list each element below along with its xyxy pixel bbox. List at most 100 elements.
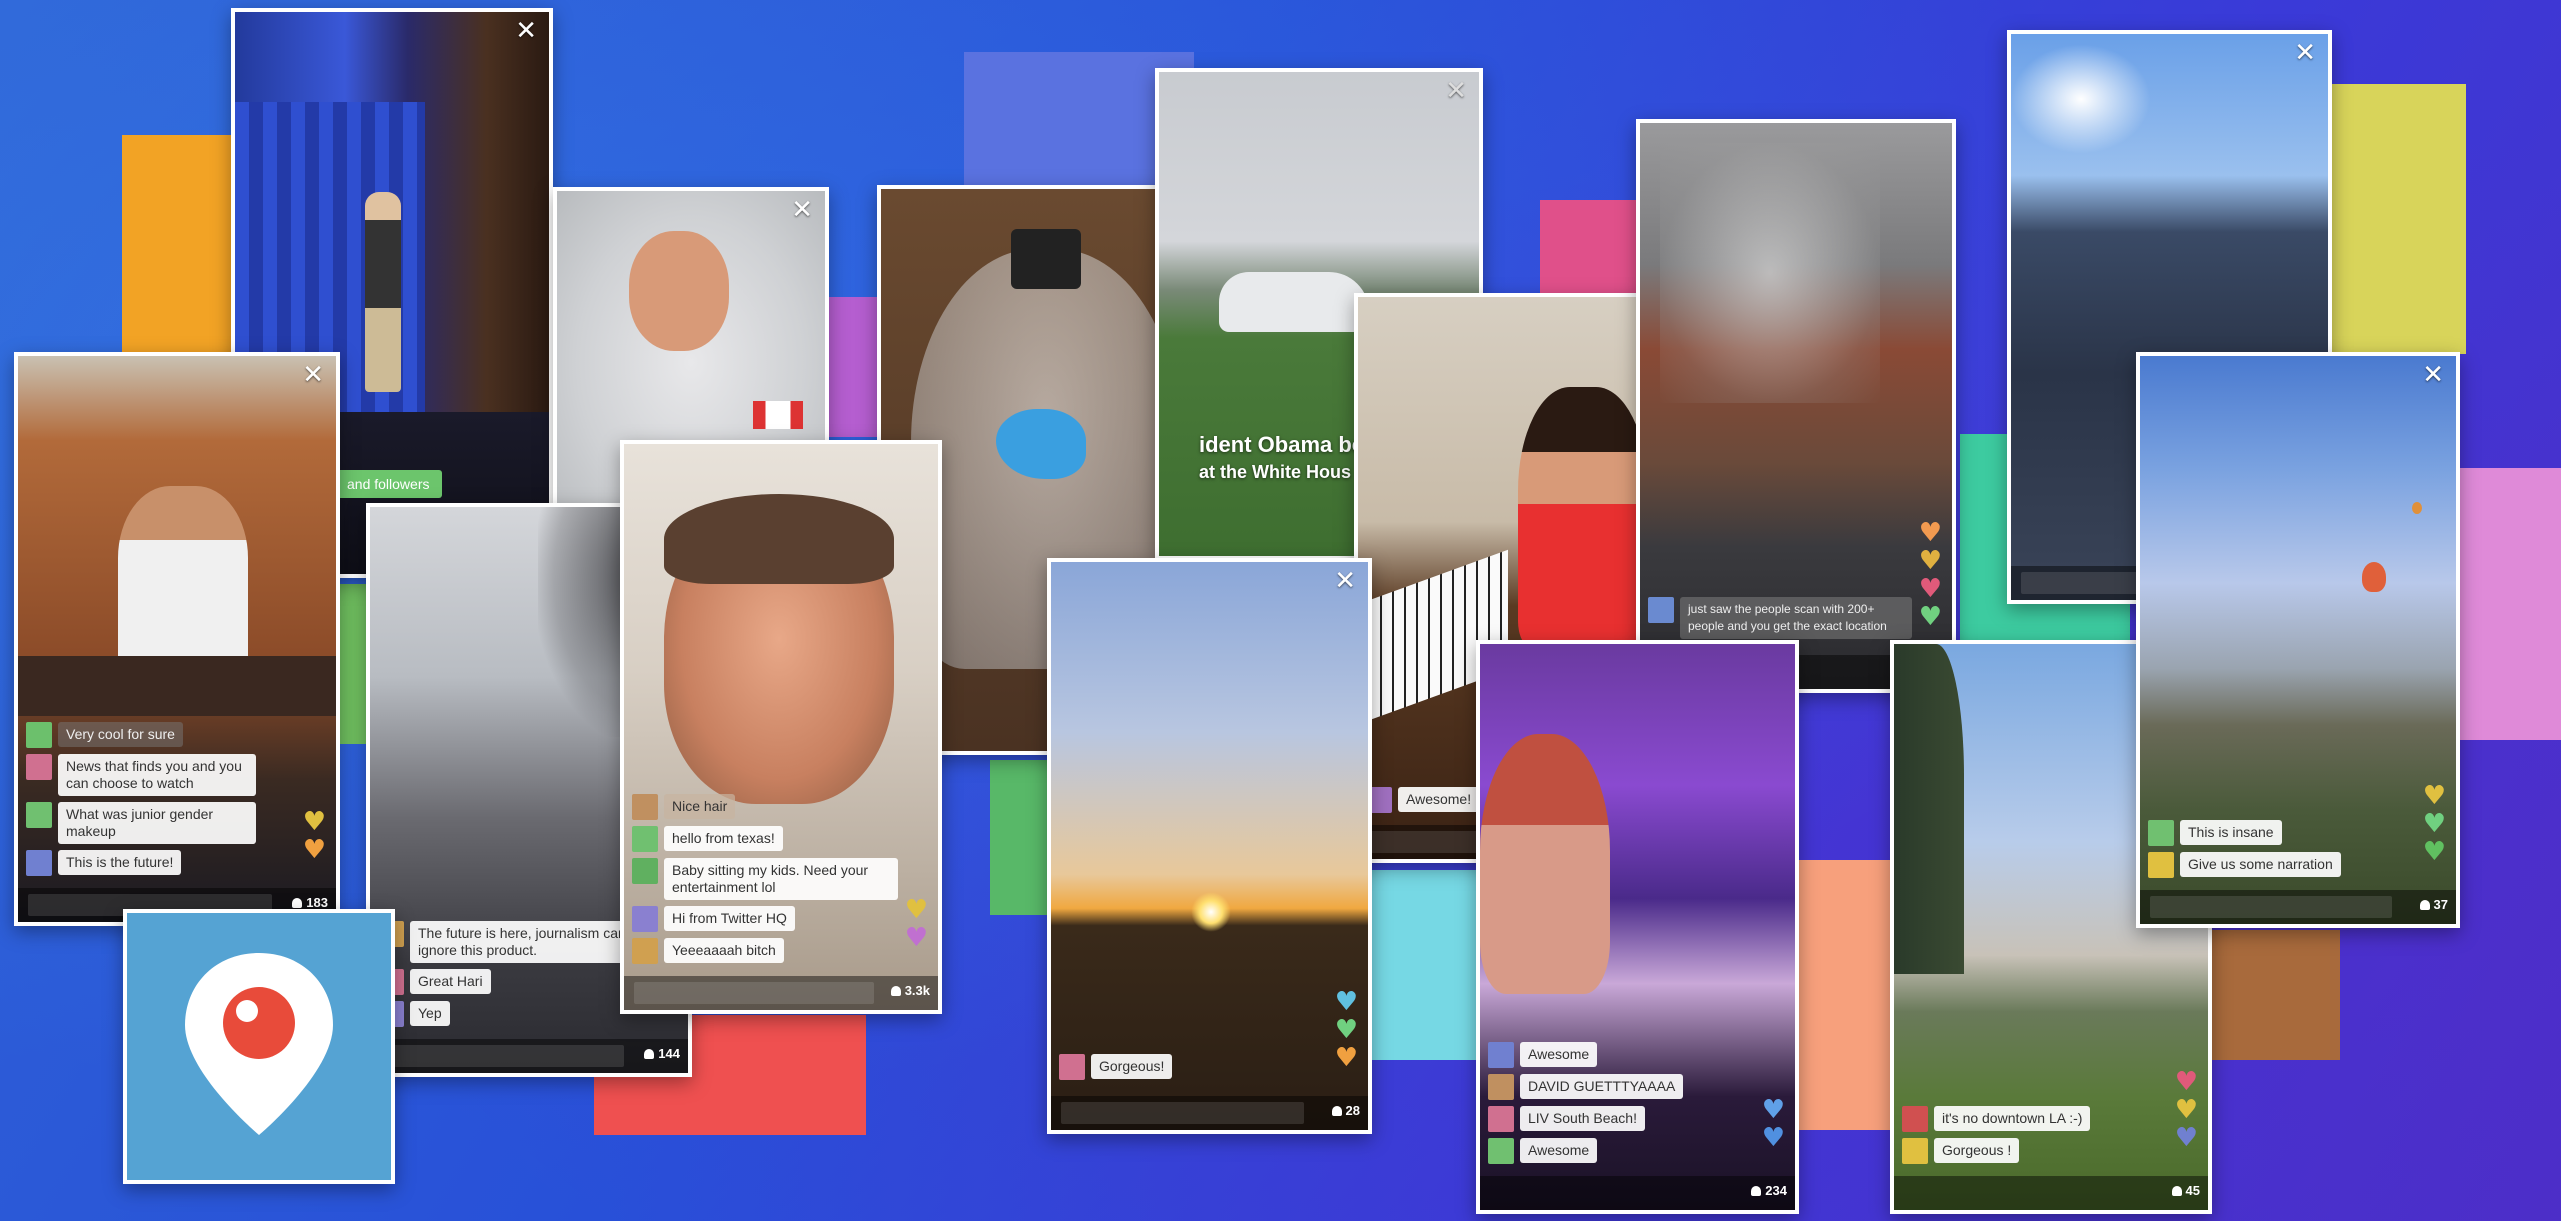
comment-bubble: Awesome! bbox=[1398, 787, 1480, 812]
avatar bbox=[632, 938, 658, 964]
deco-tile-orange bbox=[122, 135, 234, 353]
heart-icon: ♥ bbox=[1918, 518, 1942, 548]
broadcast-card-smoke-street[interactable]: just saw the people scan with 200+ peopl… bbox=[1636, 119, 1956, 693]
comment-list: Gorgeous! bbox=[1059, 1054, 1298, 1080]
say-something-input[interactable] bbox=[1061, 1102, 1304, 1124]
comment-list: Awesome DAVID GUETTTYAAAA LIV South Beac… bbox=[1488, 1042, 1695, 1164]
heart-icon: ♥ bbox=[904, 923, 928, 953]
heart-icon: ♥ bbox=[1761, 1095, 1785, 1125]
avatar bbox=[1488, 1042, 1514, 1068]
heart-icon: ♥ bbox=[2422, 837, 2446, 867]
comment-list: This is insane Give us some narration bbox=[2148, 820, 2356, 878]
hearts-stream: ♥ ♥ ♥ ♥ bbox=[1918, 518, 1942, 630]
viewer-count-value: 45 bbox=[2185, 1183, 2200, 1198]
comment-text: Hi from Twitter HQ bbox=[672, 910, 787, 926]
avatar bbox=[26, 850, 52, 876]
broadcast-footer: 3.3k bbox=[624, 976, 938, 1010]
avatar bbox=[1488, 1106, 1514, 1132]
viewer-count: 234 bbox=[1751, 1183, 1787, 1198]
broadcast-footer: 144 bbox=[370, 1039, 688, 1073]
comment: DAVID GUETTTYAAAA bbox=[1488, 1074, 1695, 1100]
comment-text: just saw the people scan with 200+ peopl… bbox=[1688, 602, 1887, 633]
deco-tile-pink bbox=[1540, 200, 1640, 300]
comment-bubble: Gorgeous! bbox=[1091, 1054, 1173, 1079]
comment-text: Give us some narration bbox=[2188, 856, 2333, 872]
say-something-input[interactable] bbox=[2150, 896, 2392, 918]
comment-text: News that finds you and you can choose t… bbox=[66, 758, 242, 791]
comment: Awesome bbox=[1488, 1138, 1695, 1164]
comment-text: Yeeeaaaah bitch bbox=[672, 942, 776, 958]
viewer-icon bbox=[890, 986, 901, 996]
broadcast-title: ident Obama boa bbox=[1199, 432, 1378, 457]
comment-bubble: Hi from Twitter HQ bbox=[664, 906, 795, 931]
hearts-stream: ♥ ♥ bbox=[302, 807, 326, 863]
viewer-count: 183 bbox=[292, 895, 328, 910]
comment-bubble: What was junior gender makeup bbox=[58, 802, 256, 844]
comment: The future is here, journalism can't ign… bbox=[378, 921, 648, 963]
heart-icon: ♥ bbox=[2174, 1123, 2198, 1153]
comment-bubble: This is the future! bbox=[58, 850, 182, 875]
close-icon[interactable]: ✕ bbox=[791, 197, 813, 223]
heart-icon: ♥ bbox=[2174, 1095, 2198, 1125]
viewer-count: 3.3k bbox=[890, 983, 930, 998]
tree bbox=[1894, 644, 1964, 974]
heart-icon: ♥ bbox=[1334, 987, 1358, 1017]
broadcast-card-press-conference[interactable]: ✕ Very cool for sure News that finds you… bbox=[14, 352, 340, 926]
broadcast-card-concert[interactable]: Awesome DAVID GUETTTYAAAA LIV South Beac… bbox=[1476, 640, 1799, 1214]
comment: just saw the people scan with 200+ peopl… bbox=[1648, 597, 1912, 639]
comment: Nice hair bbox=[632, 794, 898, 820]
comment: Hi from Twitter HQ bbox=[632, 906, 898, 932]
astronaut-face bbox=[629, 231, 729, 351]
close-icon[interactable]: ✕ bbox=[2294, 40, 2316, 66]
comment: Awesome bbox=[1488, 1042, 1695, 1068]
avatar bbox=[26, 754, 52, 780]
viewer-count-value: 37 bbox=[2433, 897, 2448, 912]
say-something-input[interactable] bbox=[380, 1045, 624, 1067]
host-figure bbox=[365, 192, 401, 392]
comment-text: The future is here, journalism can't ign… bbox=[418, 925, 633, 958]
podium bbox=[18, 656, 336, 716]
broadcast-title-2: at the White Hous bbox=[1199, 462, 1351, 482]
say-something-input[interactable] bbox=[634, 982, 874, 1004]
viewer-icon bbox=[2171, 1186, 2182, 1196]
broadcast-card-selfie[interactable]: Nice hair hello from texas! Baby sitting… bbox=[620, 440, 942, 1014]
comment-text: Baby sitting my kids. Need your entertai… bbox=[672, 862, 869, 895]
close-icon[interactable]: ✕ bbox=[515, 18, 537, 44]
comment-bubble: News that finds you and you can choose t… bbox=[58, 754, 256, 796]
avatar bbox=[632, 906, 658, 932]
avatar bbox=[1488, 1138, 1514, 1164]
comment-text: Awesome bbox=[1528, 1046, 1590, 1062]
helicopter bbox=[1219, 272, 1369, 332]
broadcast-card-sunset[interactable]: ✕ Gorgeous! ♥ ♥ ♥ 28 bbox=[1047, 558, 1372, 1134]
close-icon[interactable]: ✕ bbox=[302, 362, 324, 388]
comment-bubble: Nice hair bbox=[664, 794, 736, 819]
comment-bubble: Give us some narration bbox=[2180, 852, 2341, 877]
close-icon[interactable]: ✕ bbox=[2422, 362, 2444, 388]
heart-icon: ♥ bbox=[1918, 546, 1942, 576]
heart-icon: ♥ bbox=[302, 807, 326, 837]
follow-badge[interactable]: and followers bbox=[335, 470, 442, 498]
close-icon[interactable]: ✕ bbox=[1334, 568, 1356, 594]
comment-text: This is insane bbox=[2188, 824, 2274, 840]
avatar bbox=[632, 794, 658, 820]
deco-tile-brown bbox=[2200, 930, 2340, 1060]
comment-list: The future is here, journalism can't ign… bbox=[378, 921, 648, 1027]
cloud bbox=[2011, 44, 2151, 154]
comment-bubble: Yeeeaaaah bitch bbox=[664, 938, 784, 963]
avatar bbox=[632, 858, 658, 884]
comment: What was junior gender makeup bbox=[26, 802, 256, 844]
heart-icon: ♥ bbox=[904, 895, 928, 925]
viewer-count: 37 bbox=[2419, 897, 2448, 912]
smoke-plume bbox=[1660, 143, 1880, 403]
comment-text: Very cool for sure bbox=[66, 726, 175, 742]
comment-bubble: The future is here, journalism can't ign… bbox=[410, 921, 648, 963]
close-icon[interactable]: ✕ bbox=[1445, 78, 1467, 104]
avatar bbox=[1059, 1054, 1085, 1080]
deco-tile-magenta bbox=[2460, 468, 2561, 740]
broadcast-card-balloons[interactable]: ✕ This is insane Give us some narration … bbox=[2136, 352, 2460, 928]
comment-text: What was junior gender makeup bbox=[66, 806, 214, 839]
avatar bbox=[2148, 820, 2174, 846]
hair bbox=[664, 494, 894, 584]
broadcast-footer: 45 bbox=[1894, 1176, 2208, 1210]
avatar bbox=[26, 722, 52, 748]
